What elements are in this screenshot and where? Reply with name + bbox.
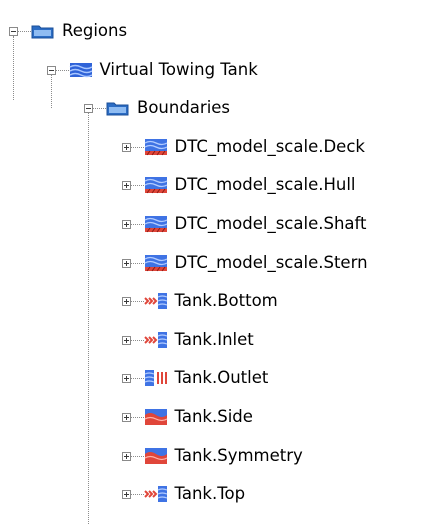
tree-node-label[interactable]: Tank.Inlet: [175, 329, 254, 351]
expand-toggle[interactable]: [121, 142, 131, 152]
tree-guide-line: [13, 36, 14, 100]
tree-node-label[interactable]: DTC_model_scale.Shaft: [175, 213, 367, 235]
tree-connector-line: [130, 417, 144, 418]
collapse-toggle[interactable]: [46, 65, 56, 75]
tree-node-label[interactable]: DTC_model_scale.Deck: [175, 136, 365, 158]
tree-node-label[interactable]: Tank.Symmetry: [175, 445, 303, 467]
tree-connector-line: [55, 69, 69, 71]
tree-node-label[interactable]: Tank.Top: [175, 483, 246, 505]
tree-node-label[interactable]: Tank.Outlet: [175, 367, 269, 389]
tree-node-label[interactable]: Tank.Bottom: [175, 290, 278, 312]
expand-toggle[interactable]: [121, 413, 131, 422]
tree-node-label[interactable]: Virtual Towing Tank: [100, 59, 258, 81]
region-tree: Regions Virtual Towing Tank Boundaries DTC_…: [0, 0, 433, 524]
tree-guide-line: [50, 74, 52, 109]
expand-toggle[interactable]: [121, 490, 131, 500]
tree-node-label[interactable]: Tank.Side: [175, 406, 253, 428]
tree-connector-line: [130, 262, 144, 264]
symmetry-plane-icon: [144, 447, 168, 465]
expand-toggle[interactable]: [121, 374, 131, 384]
tree-connector-line: [130, 224, 144, 225]
collapse-toggle[interactable]: [9, 27, 18, 36]
wall-boundary-icon: [144, 254, 168, 272]
region-icon: [69, 61, 93, 79]
wall-boundary-icon: [144, 176, 168, 194]
tree-node-label[interactable]: DTC_model_scale.Hull: [175, 174, 356, 196]
tree-guide-line: [88, 113, 89, 524]
folder-icon: [31, 22, 55, 40]
tree-node-label[interactable]: Boundaries: [137, 97, 230, 119]
wall-boundary-icon: [144, 138, 168, 156]
tree-connector-line: [130, 339, 144, 341]
tree-connector-line: [130, 378, 144, 380]
tree-connector-line: [130, 185, 144, 187]
collapse-toggle[interactable]: [84, 104, 93, 114]
expand-toggle[interactable]: [121, 258, 131, 268]
velocity-inlet-icon: [143, 485, 168, 503]
tree-node-label[interactable]: Regions: [62, 20, 127, 42]
folder-icon: [106, 99, 130, 117]
tree-node-label[interactable]: DTC_model_scale.Stern: [175, 252, 368, 274]
expand-toggle[interactable]: [121, 181, 131, 191]
symmetry-plane-icon: [144, 408, 168, 426]
tree-connector-line: [130, 301, 144, 303]
tree-connector-line: [18, 31, 31, 32]
tree-connector-line: [93, 108, 106, 110]
wall-boundary-icon: [144, 215, 168, 233]
tree-connector-line: [130, 455, 144, 457]
expand-toggle[interactable]: [121, 335, 131, 345]
expand-toggle[interactable]: [121, 451, 131, 461]
tree-connector-line: [130, 494, 144, 496]
velocity-inlet-icon: [143, 292, 168, 310]
tree-connector-line: [130, 146, 144, 148]
expand-toggle[interactable]: [121, 220, 131, 229]
expand-toggle[interactable]: [121, 297, 131, 307]
velocity-inlet-icon: [143, 331, 168, 349]
pressure-outlet-icon: [144, 369, 168, 387]
